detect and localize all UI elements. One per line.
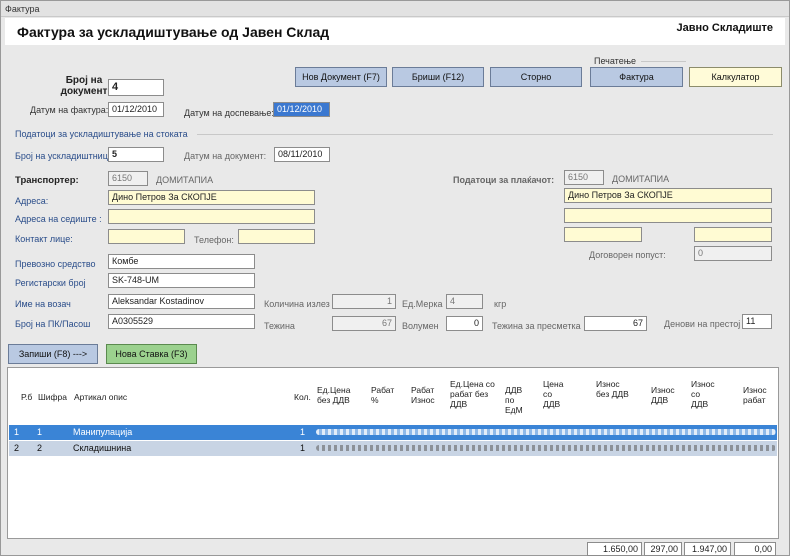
total-with-vat: 1.947,00	[684, 542, 731, 556]
save-button[interactable]: Запиши (F8) --->	[8, 344, 98, 364]
vehicle-field[interactable]: Комбе	[108, 254, 255, 269]
payer-line3a-field[interactable]	[564, 227, 642, 242]
payer-line3b-field[interactable]	[694, 227, 772, 242]
address-field[interactable]: Дино Петров За СКОПЈЕ	[108, 190, 315, 205]
transporter-label: Транспортер:	[15, 175, 79, 186]
col-header[interactable]: Износ ДДВ	[651, 385, 679, 405]
payer-name: ДОМИТАПИА	[612, 174, 670, 184]
cell-code: 1	[37, 427, 43, 437]
print-group-line	[641, 61, 686, 62]
reg-number-label: Регистарски број	[15, 278, 86, 288]
unit-label: Ед.Мерка	[402, 299, 443, 309]
table-row[interactable]: 2 2 Складишнина 1	[9, 441, 777, 456]
window-titlebar: Фактура	[1, 1, 789, 17]
qty-out-field[interactable]: 1	[332, 294, 396, 309]
payer-code-field[interactable]: 6150	[564, 170, 604, 185]
invoice-window: Фактура Фактура за ускладиштување од Јав…	[0, 0, 790, 556]
page-header: Фактура за ускладиштување од Јавен Склад…	[5, 18, 785, 45]
transporter-code-field[interactable]: 6150	[108, 171, 148, 186]
calc-weight-field[interactable]: 67	[584, 316, 647, 331]
volume-label: Волумен	[402, 321, 439, 331]
driver-label: Име на возач	[15, 299, 71, 309]
cell-desc: Манипулација	[73, 427, 133, 437]
delete-button[interactable]: Бриши (F12)	[392, 67, 484, 87]
total-discount: 0,00	[734, 542, 776, 556]
weight-label: Тежина	[264, 321, 295, 331]
release-number-field[interactable]: 5	[108, 147, 164, 162]
release-group-line	[197, 134, 773, 135]
col-header[interactable]: Шифра	[38, 392, 67, 402]
unit-field[interactable]: 4	[446, 294, 483, 309]
cell-rb: 2	[14, 443, 20, 453]
payer-address-field[interactable]: Дино Петров За СКОПЈЕ	[564, 188, 772, 203]
doc-number-field[interactable]: 4	[108, 79, 164, 96]
col-header[interactable]: Износ рабат	[743, 385, 773, 405]
total-vat: 297,00	[644, 542, 682, 556]
col-header[interactable]: Ед.Цена со рабат без ДДВ	[450, 379, 502, 409]
payer-label: Податоци за плаќачот:	[453, 175, 555, 185]
print-group-label: Печатење	[594, 56, 637, 66]
doc-date-field[interactable]: 08/11/2010	[274, 147, 330, 162]
driver-field[interactable]: Aleksandar Kostadinov	[108, 294, 255, 309]
release-group-label: Податоци за ускладиштување на стоката	[15, 129, 188, 139]
invoice-date-field[interactable]: 01/12/2010	[108, 102, 164, 117]
obscured-values	[316, 445, 776, 451]
due-date-field[interactable]: 01/12/2010	[273, 102, 330, 117]
qty-out-label: Количина излез	[264, 299, 330, 309]
col-header[interactable]: Износ без ДДВ	[596, 379, 630, 399]
reg-number-field[interactable]: SK-748-UM	[108, 273, 255, 288]
contact-field[interactable]	[108, 229, 185, 244]
invoice-date-label: Датум на фактура:	[30, 105, 109, 115]
phone-field[interactable]	[238, 229, 315, 244]
obscured-values	[316, 429, 776, 435]
cell-qty: 1	[300, 443, 306, 453]
address-label: Адреса:	[15, 196, 49, 206]
transporter-name: ДОМИТАПИА	[156, 175, 214, 185]
days-label: Денови на престој	[664, 319, 741, 329]
new-document-button[interactable]: Нов Документ (F7)	[295, 67, 387, 87]
hq-address-label: Адреса на седиште :	[15, 214, 102, 224]
table-row[interactable]: 1 1 Манипулација 1	[9, 425, 777, 440]
items-grid: Р.б Шифра Артикал опис Кол. Ед.Цена без …	[7, 367, 779, 539]
phone-label: Телефон:	[194, 235, 234, 245]
page-title: Фактура за ускладиштување од Јавен Склад	[17, 24, 330, 40]
unit-suffix: кгр	[494, 299, 507, 309]
calculator-button[interactable]: Калкулатор	[689, 67, 782, 87]
vehicle-label: Превозно средство	[15, 259, 96, 269]
id-number-field[interactable]: A0305529	[108, 314, 255, 329]
cell-qty: 1	[300, 427, 306, 437]
calc-weight-label: Тежина за пресметка	[492, 321, 581, 331]
col-header[interactable]: Кол.	[294, 392, 311, 402]
col-header[interactable]: Ед.Цена без ДДВ	[317, 385, 361, 405]
new-item-button[interactable]: Нова Ставка (F3)	[106, 344, 197, 364]
volume-field[interactable]: 0	[446, 316, 483, 331]
invoice-print-button[interactable]: Фактура	[590, 67, 683, 87]
col-header[interactable]: Износ со ДДВ	[691, 379, 719, 409]
col-header[interactable]: Р.б	[21, 392, 32, 402]
discount-label: Договорен попуст:	[589, 250, 666, 260]
col-header[interactable]: Артикал опис	[74, 392, 127, 402]
col-header[interactable]: Рабат %	[371, 385, 397, 405]
warehouse-name: Јавно Складиште	[676, 22, 773, 34]
cell-code: 2	[37, 443, 43, 453]
due-date-label: Датум на доспевање:	[184, 108, 274, 118]
col-header[interactable]: Рабат Износ	[411, 385, 441, 405]
release-number-label: Број на ускладиштница	[15, 151, 113, 161]
hq-address-field[interactable]	[108, 209, 315, 224]
payer-line2-field[interactable]	[564, 208, 772, 223]
discount-field[interactable]: 0	[694, 246, 772, 261]
id-number-label: Број на ПК/Пасош	[15, 319, 91, 329]
cell-desc: Складишнина	[73, 443, 132, 453]
col-header[interactable]: ДДВ по ЕдМ	[505, 385, 533, 415]
col-header[interactable]: Цена со ДДВ	[543, 379, 569, 409]
weight-field[interactable]: 67	[332, 316, 396, 331]
cell-rb: 1	[14, 427, 20, 437]
total-without-vat: 1.650,00	[587, 542, 642, 556]
contact-label: Контакт лице:	[15, 234, 73, 244]
storno-button[interactable]: Сторно	[490, 67, 582, 87]
days-field[interactable]: 11	[742, 314, 772, 329]
doc-date-label: Датум на документ:	[184, 151, 267, 161]
